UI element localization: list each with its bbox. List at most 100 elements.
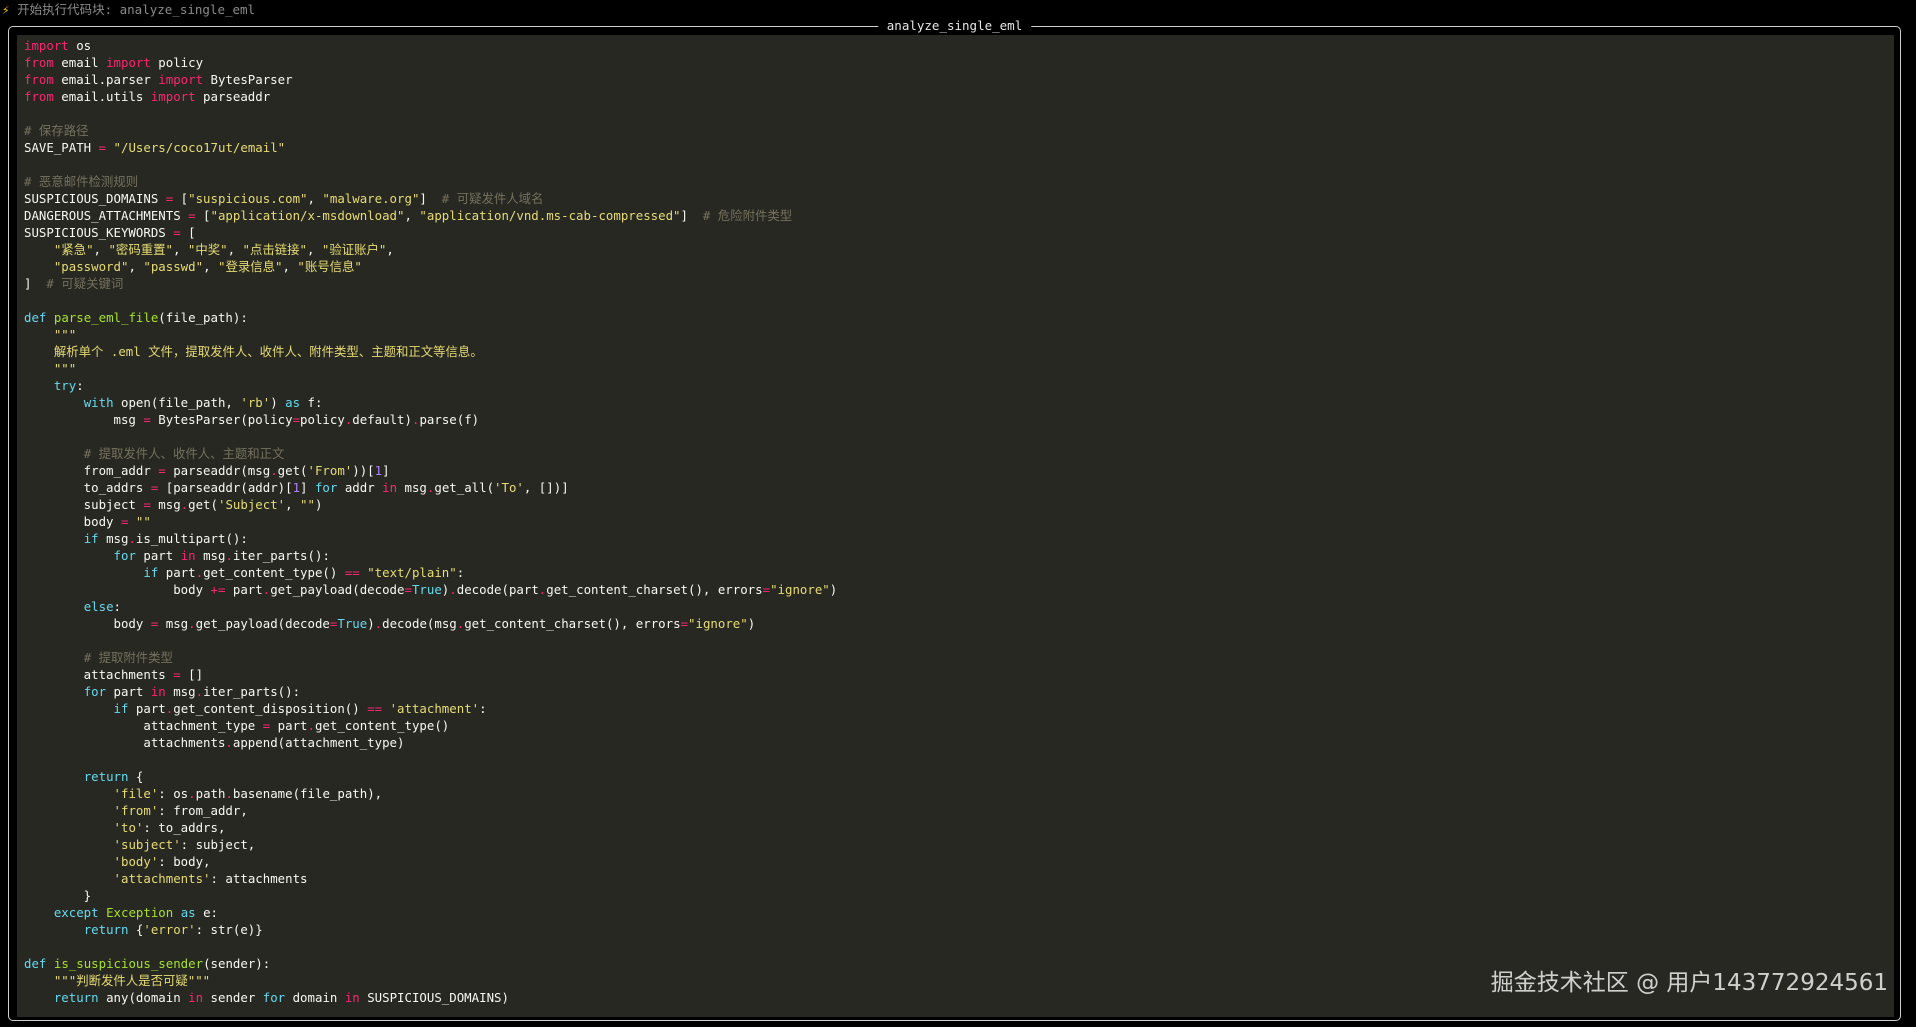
code-token: ) (314, 497, 323, 512)
code-token: for (314, 480, 338, 495)
code-token: . (225, 786, 233, 801)
code-token: "登录信息" (217, 259, 283, 274)
code-token: with (83, 395, 114, 410)
code-token: . (128, 531, 136, 546)
code-listing: import os from email import policy from em… (24, 37, 837, 1006)
code-token: part (106, 684, 151, 699)
code-token: is_multipart(): (135, 531, 248, 546)
code-token: = (188, 208, 196, 223)
code-line: 'body': body, (24, 853, 837, 870)
code-token: msg (397, 480, 427, 495)
code-token: parse(f) (419, 412, 480, 427)
code-token: { (128, 769, 144, 784)
code-token: ) (367, 616, 375, 631)
code-token: , (306, 242, 322, 257)
code-token: "ignore" (688, 616, 748, 631)
code-line: SUSPICIOUS_KEYWORDS = [ (24, 224, 837, 241)
code-token: ] (680, 208, 703, 223)
code-token: "中奖" (187, 242, 228, 257)
code-line: # 提取发件人、收件人、主题和正文 (24, 445, 837, 462)
code-token: import (150, 89, 196, 104)
code-token: policy (300, 412, 345, 427)
code-token: get( (277, 463, 308, 478)
code-token: ] (382, 463, 390, 478)
code-token: from (24, 72, 54, 87)
code-token: [ (195, 208, 211, 223)
code-token: try (53, 378, 77, 393)
code-token: subject (24, 497, 144, 512)
code-token: . (307, 718, 315, 733)
code-line: 'attachments': attachments (24, 870, 837, 887)
code-token: : attachments (210, 871, 308, 886)
code-token: in (382, 480, 398, 495)
code-token: part (270, 718, 308, 733)
code-token: (sender): (203, 956, 271, 971)
code-token: from (24, 55, 54, 70)
code-token: ) (270, 395, 286, 410)
code-token: msg (165, 684, 196, 699)
code-token: "紧急" (53, 242, 94, 257)
code-token: 1 (374, 463, 383, 478)
code-token: : os (158, 786, 189, 801)
code-token: get_content_charset(), errors (546, 582, 763, 597)
code-token: get_content_disposition() (173, 701, 368, 716)
code-token: parseaddr (195, 89, 271, 104)
code-line: from email.parser import BytesParser (24, 71, 837, 88)
code-line: attachment_type = part.get_content_type(… (24, 717, 837, 734)
code-token: except (53, 905, 99, 920)
code-token: ) (829, 582, 838, 597)
code-line: # 恶意邮件检测规则 (24, 173, 837, 190)
code-token: get_payload(decode (195, 616, 330, 631)
code-token: for (113, 548, 136, 563)
code-token: from (24, 89, 54, 104)
code-line: return any(domain in sender for domain i… (24, 989, 837, 1006)
code-token: body (24, 616, 151, 631)
code-token: "" (300, 497, 315, 512)
code-line: attachments.append(attachment_type) (24, 734, 837, 751)
code-token: if (83, 531, 99, 546)
code-token: attachment_type (24, 718, 263, 733)
execution-status-line: ⚡ 开始执行代码块: analyze_single_eml (2, 1, 255, 19)
code-token: import (158, 72, 204, 87)
code-token: for (83, 684, 107, 699)
code-token: attachments (24, 735, 226, 750)
code-token: def (24, 956, 47, 971)
code-token: default) (352, 412, 412, 427)
code-token: import (24, 38, 69, 53)
code-area[interactable]: import os from email import policy from em… (17, 35, 1894, 1017)
code-token: , (203, 259, 218, 274)
code-token: is_suspicious_sender (53, 956, 204, 971)
code-token: "application/vnd.ms-cab-compressed" (419, 208, 681, 223)
code-token: == (344, 565, 360, 580)
code-token: : (456, 565, 465, 580)
code-token: as (180, 905, 196, 920)
code-line: """判断发件人是否可疑""" (24, 972, 837, 989)
code-token: append(attachment_type) (232, 735, 405, 750)
code-line: 解析单个 .eml 文件，提取发件人、收件人、附件类型、主题和正文等信息。 (24, 343, 837, 360)
code-token: "application/x-msdownload" (210, 208, 405, 223)
code-token: SUSPICIOUS_DOMAINS) (359, 990, 509, 1005)
code-line: 'file': os.path.basename(file_path), (24, 785, 837, 802)
code-token: = (158, 463, 166, 478)
code-token: decode(part (456, 582, 539, 597)
code-token: "malware.org" (322, 191, 420, 206)
code-line: subject = msg.get('Subject', "") (24, 496, 837, 513)
code-token: attachments (24, 667, 174, 682)
code-token: 'attachments' (113, 871, 211, 886)
code-token: 'To' (494, 480, 524, 495)
code-token: SUSPICIOUS_DOMAINS (24, 191, 166, 206)
code-token: iter_parts(): (203, 684, 301, 699)
code-token: "验证账户" (321, 242, 387, 257)
